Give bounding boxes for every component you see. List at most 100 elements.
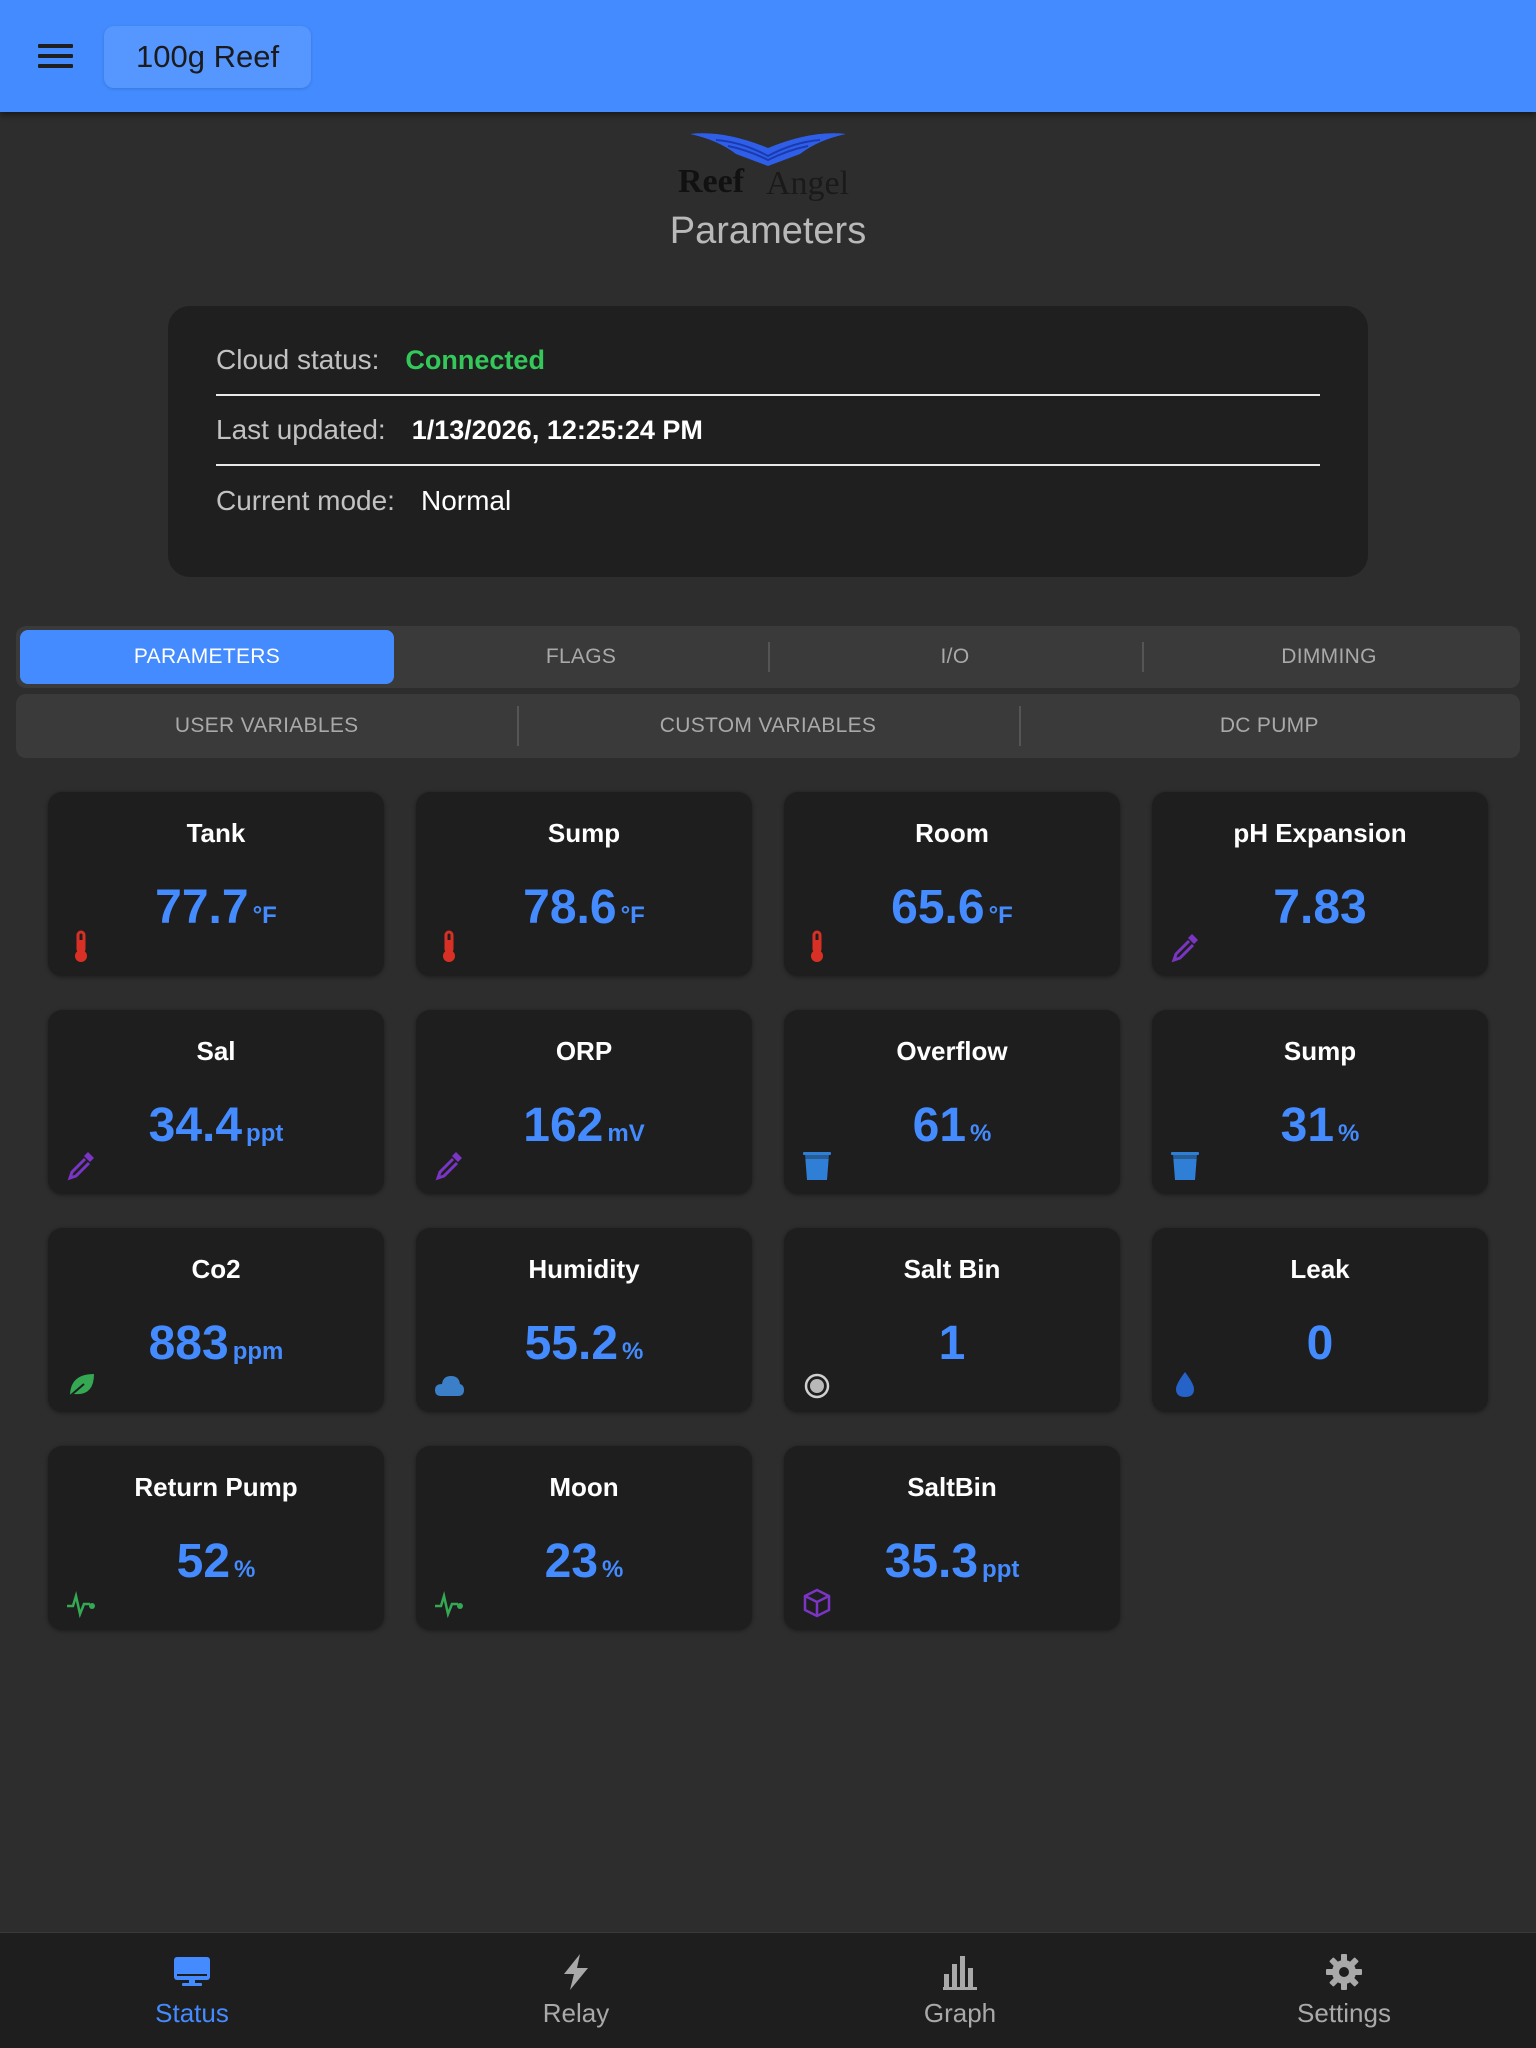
parameter-value: 23%	[416, 1534, 752, 1589]
parameter-value: 65.6 °F	[784, 880, 1120, 935]
menu-icon-line	[38, 64, 73, 68]
parameter-card[interactable]: ORP 162 mV	[416, 1010, 752, 1194]
tab-dc-pump[interactable]: DC PUMP	[1018, 694, 1520, 758]
parameter-number: 61	[912, 1099, 967, 1152]
thermometer-icon	[66, 930, 96, 964]
menu-icon-line	[38, 54, 73, 58]
parameter-unit: %	[1338, 1120, 1360, 1147]
tab-parameters[interactable]: PARAMETERS	[20, 630, 394, 684]
menu-icon-line	[38, 44, 73, 48]
parameter-value: 35.3 ppt	[784, 1534, 1120, 1589]
parameter-value: 77.7 °F	[48, 880, 384, 935]
last-updated-row: Last updated: 1/13/2026, 12:25:24 PM	[216, 396, 1320, 466]
tab-flags-label: FLAGS	[545, 645, 617, 668]
reef-angel-logo: Reef Angel	[678, 133, 849, 202]
parameter-card[interactable]: Room 65.6 °F	[784, 792, 1120, 976]
parameter-title: SaltBin	[907, 1472, 997, 1502]
tab-io[interactable]: I/O	[768, 630, 1142, 684]
secondary-tabs: USER VARIABLES CUSTOM VARIABLES DC PUMP	[16, 694, 1520, 758]
parameter-unit: %	[602, 1556, 624, 1583]
parameter-title: ORP	[555, 1036, 613, 1066]
radio-dot-icon	[802, 1366, 832, 1400]
parameter-title: Leak	[1290, 1254, 1350, 1284]
leaf-icon	[66, 1366, 96, 1400]
parameter-card[interactable]: pH Expansion 7.83	[1152, 792, 1488, 976]
parameter-card[interactable]: Tank 77.7 °F	[48, 792, 384, 976]
parameter-card[interactable]: Humidity 55.2%	[416, 1228, 752, 1412]
parameter-title: Sump	[547, 818, 621, 848]
logo-text-main: Reef	[678, 163, 745, 200]
parameter-value: 1	[784, 1316, 1120, 1371]
parameter-number: 162	[523, 1099, 604, 1152]
tab-flags[interactable]: FLAGS	[394, 630, 768, 684]
parameter-unit: °F	[988, 902, 1013, 929]
parameter-title: pH Expansion	[1233, 818, 1407, 848]
parameter-card[interactable]: Sump 31%	[1152, 1010, 1488, 1194]
gear-icon	[1326, 1954, 1362, 1990]
parameter-value: 0	[1152, 1316, 1488, 1371]
thermometer-icon	[802, 930, 832, 964]
tab-custom-variables[interactable]: CUSTOM VARIABLES	[517, 694, 1018, 758]
nav-settings[interactable]: Settings	[1152, 1933, 1536, 2048]
parameter-title: Salt Bin	[903, 1254, 1001, 1284]
nav-graph-label: Graph	[923, 1998, 997, 2028]
parameter-unit: %	[970, 1120, 992, 1147]
parameter-card[interactable]: Sal 34.4 ppt	[48, 1010, 384, 1194]
tab-dimming[interactable]: DIMMING	[1142, 630, 1516, 684]
parameter-card[interactable]: Overflow 61%	[784, 1010, 1120, 1194]
page-title: Parameters	[669, 210, 867, 252]
parameter-title: Sump	[1283, 1036, 1357, 1066]
bar-chart-icon	[943, 1956, 977, 1990]
parameter-title: Sal	[196, 1036, 236, 1066]
logo-text-sub: Angel	[766, 165, 849, 202]
parameter-card[interactable]: Return Pump 52%	[48, 1446, 384, 1630]
parameter-number: 0	[1306, 1317, 1334, 1370]
menu-icon[interactable]	[34, 36, 78, 76]
nav-relay[interactable]: Relay	[384, 1933, 768, 2048]
nav-status[interactable]: Status	[0, 1933, 384, 2048]
last-updated-value: 1/13/2026, 12:25:24 PM	[411, 414, 703, 445]
parameter-card[interactable]: Co2 883 ppm	[48, 1228, 384, 1412]
parameter-card[interactable]: Moon 23%	[416, 1446, 752, 1630]
parameter-value: 162 mV	[416, 1098, 752, 1153]
parameter-unit: ppm	[232, 1338, 284, 1365]
controller-selector[interactable]: 100g Reef	[104, 26, 312, 88]
nav-graph[interactable]: Graph	[768, 1933, 1152, 2048]
parameter-title: Return Pump	[134, 1472, 298, 1502]
tab-user-variables-label: USER VARIABLES	[174, 714, 359, 737]
parameter-value: 7.83	[1152, 880, 1488, 935]
current-mode-value: Normal	[420, 485, 512, 516]
bucket-icon	[1170, 1148, 1200, 1182]
cloud-status-row: Cloud status: Connected	[216, 326, 1320, 396]
parameter-unit: %	[234, 1556, 256, 1583]
parameter-number: 7.83	[1273, 881, 1367, 934]
parameter-number: 883	[148, 1317, 229, 1370]
parameter-number: 77.7	[155, 881, 249, 934]
parameter-title: Moon	[549, 1472, 619, 1502]
cloud-status-label: Cloud status:	[216, 344, 380, 375]
parameter-card[interactable]: Sump 78.6 °F	[416, 792, 752, 976]
parameter-card[interactable]: Leak 0	[1152, 1228, 1488, 1412]
parameter-number: 35.3	[884, 1535, 979, 1588]
parameter-unit: mV	[607, 1120, 645, 1147]
parameter-number: 31	[1280, 1099, 1335, 1152]
parameter-title: Co2	[191, 1254, 241, 1284]
parameter-number: 52	[176, 1535, 231, 1588]
tab-io-label: I/O	[940, 645, 970, 668]
parameter-value: 55.2%	[416, 1316, 752, 1371]
parameter-number: 65.6	[891, 881, 985, 934]
parameter-card[interactable]: Salt Bin 1	[784, 1228, 1120, 1412]
eyedropper-icon	[434, 1148, 464, 1182]
parameter-title: Overflow	[896, 1036, 1008, 1066]
parameter-title: Humidity	[528, 1254, 640, 1284]
parameter-value: 883 ppm	[48, 1316, 384, 1371]
parameter-value: 31%	[1152, 1098, 1488, 1153]
parameter-number: 78.6	[523, 881, 617, 934]
nav-settings-label: Settings	[1297, 1998, 1391, 2028]
parameter-card[interactable]: SaltBin 35.3 ppt	[784, 1446, 1120, 1630]
app-bar: 100g Reef	[0, 0, 1536, 112]
parameter-unit: %	[622, 1338, 644, 1365]
current-mode-row: Current mode: Normal	[216, 466, 1320, 536]
tab-user-variables[interactable]: USER VARIABLES	[16, 694, 517, 758]
eyedropper-icon	[1170, 930, 1200, 964]
